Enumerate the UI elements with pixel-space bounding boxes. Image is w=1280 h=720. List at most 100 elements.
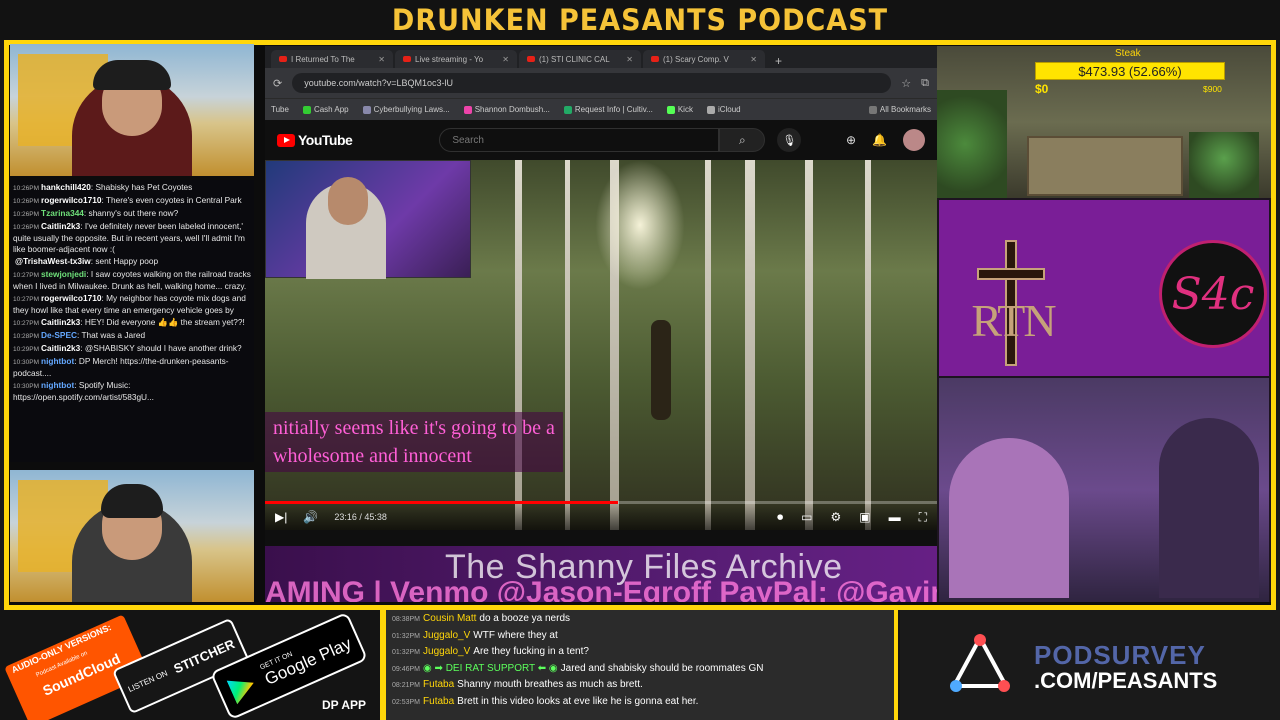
- browser-tab[interactable]: (1) STI CLINIC CAL ✕: [519, 50, 641, 68]
- chat-username[interactable]: Futaba: [423, 679, 454, 690]
- captions-icon[interactable]: ▭: [801, 510, 812, 525]
- avatar[interactable]: [903, 129, 925, 151]
- reload-icon[interactable]: ⟳: [273, 77, 282, 90]
- browser-window: I Returned To The ✕ Live streaming - Yo ✕ …: [265, 46, 937, 602]
- chat-message: 10:26PM Caitlin2k3: I've definitely never…: [13, 221, 245, 254]
- search-icon[interactable]: ⌕: [719, 128, 766, 152]
- chat-timestamp: 02:53PM: [392, 698, 421, 706]
- chat-timestamp: 08:21PM: [392, 682, 421, 689]
- new-tab-button[interactable]: +: [767, 54, 790, 68]
- fullscreen-icon[interactable]: ⛶: [919, 510, 927, 525]
- chat-timestamp: 10:26PM: [13, 198, 40, 205]
- chat-timestamp: 01:32PM: [392, 649, 421, 656]
- donation-goal-scene: Steak $473.93 (52.66%) $0 $900: [937, 46, 1271, 198]
- folder-icon: [868, 105, 877, 114]
- chat-username[interactable]: @TrishaWest-tx3iw: [15, 256, 91, 266]
- chat-timestamp: 10:26PM: [13, 224, 40, 231]
- dp-app-label: DP APP: [322, 698, 367, 712]
- microphone-icon[interactable]: 🎙: [777, 128, 802, 152]
- bookmark-item[interactable]: Kick: [666, 105, 693, 114]
- bell-icon[interactable]: 🔔: [872, 133, 887, 147]
- youtube-search-input[interactable]: Search: [439, 128, 720, 152]
- chat-message: 10:30PM nightbot: DP Merch! https://the-d…: [13, 356, 229, 378]
- bookmark-item[interactable]: iCloud: [706, 105, 741, 114]
- chat-message: 10:29PM Caitlin2k3: @SHABISKY should I ha…: [13, 343, 242, 353]
- chat-username[interactable]: Caitlin2k3: [41, 317, 80, 327]
- volume-icon[interactable]: 🔊: [303, 510, 318, 524]
- logo-panel: RTN S4c: [939, 200, 1269, 376]
- google-play-icon: [227, 671, 260, 705]
- chat-username[interactable]: Futaba: [423, 696, 454, 707]
- chat-username[interactable]: De-SPEC: [41, 330, 77, 340]
- chat-timestamp: 10:30PM: [13, 383, 40, 390]
- bookmark-item[interactable]: Cash App: [302, 105, 349, 114]
- browser-tab[interactable]: Live streaming - Yo ✕: [395, 50, 517, 68]
- chat-username[interactable]: hankchill420: [41, 182, 91, 192]
- chat-message: 08:38PM Cousin Matt do a booze ya nerds: [392, 611, 888, 628]
- miniplayer-icon[interactable]: ▣: [859, 510, 870, 525]
- chat-message: 10:27PM rogerwilco1710: My neighbor has c…: [13, 293, 246, 315]
- chat-text: shanny's out there now?: [88, 208, 179, 218]
- chat-username[interactable]: Caitlin2k3: [41, 221, 80, 231]
- bottom-chat-panel: 08:38PM Cousin Matt do a booze ya nerds 01:…: [380, 610, 898, 720]
- chat-message: 10:26PM rogerwilco1710: There's even coyo…: [13, 195, 242, 205]
- chat-text: HEY! Did everyone 👍👍 the stream yet??!: [84, 317, 245, 327]
- extensions-icon[interactable]: ⧉: [921, 77, 929, 90]
- video-player[interactable]: nitially seems like it's going to be a w…: [265, 160, 937, 530]
- address-bar-row: ⟳ youtube.com/watch?v=LBQM1oc3-lU ☆ ⧉: [265, 68, 937, 98]
- chat-text: Jared and shabisky should be roommates G…: [560, 662, 764, 674]
- chat-text: do a booze ya nerds: [479, 613, 571, 624]
- bookmark-item[interactable]: Shannon Dombush...: [463, 105, 550, 114]
- chat-username[interactable]: Juggalo_V: [423, 630, 470, 641]
- browser-tab[interactable]: I Returned To The ✕: [271, 50, 393, 68]
- next-icon[interactable]: ▶|: [275, 510, 287, 524]
- chat-username[interactable]: stewjonjedi: [41, 269, 86, 279]
- close-tab-icon[interactable]: ✕: [502, 55, 509, 64]
- chat-username[interactable]: Juggalo_V: [423, 646, 470, 657]
- chat-username[interactable]: nightbot: [41, 356, 74, 366]
- chat-timestamp: 08:38PM: [392, 616, 421, 623]
- chat-username[interactable]: nightbot: [41, 380, 74, 390]
- bookmark-item[interactable]: All Bookmarks: [868, 105, 931, 114]
- youtube-icon: [403, 56, 411, 62]
- bookmark-item[interactable]: Cyberbullying Laws...: [362, 105, 450, 114]
- chat-username[interactable]: Cousin Matt: [423, 613, 476, 624]
- bookmark-icon: [666, 105, 675, 114]
- chat-username[interactable]: Caitlin2k3: [41, 343, 80, 353]
- youtube-header: YouTube Search ⌕ 🎙 ⊕ 🔔: [265, 120, 937, 160]
- rtn-cross-logo: RTN: [967, 240, 1059, 366]
- bookmarks-bar: Tube Cash App Cyberbullying Laws... Shan…: [265, 98, 937, 120]
- audio-versions-panel: Podcast Available on SoundCloud AUDIO-ONL…: [0, 610, 380, 720]
- chat-message: 10:26PM hankchill420: Shabisky has Pet Co…: [13, 182, 193, 192]
- scrolling-ticker-text: AMING | Venmo @Jason-Egroff PayPal: @Gav…: [265, 576, 971, 602]
- browser-tab[interactable]: (1) Scary Comp. V ✕: [643, 50, 765, 68]
- podsurvey-title: PODSURVEY: [1034, 640, 1206, 670]
- chat-timestamp: 10:27PM: [13, 272, 40, 279]
- s4c-logo: S4c: [1159, 240, 1267, 348]
- close-tab-icon[interactable]: ✕: [626, 55, 633, 64]
- chat-username[interactable]: ◉ ➡ DEI RAT SUPPORT ⬅ ◉: [423, 663, 558, 674]
- close-tab-icon[interactable]: ✕: [378, 55, 385, 64]
- chat-username[interactable]: rogerwilco1710: [41, 195, 101, 205]
- close-tab-icon[interactable]: ✕: [750, 55, 757, 64]
- chat-timestamp: 10:28PM: [13, 333, 40, 340]
- video-subtitle: nitially seems like it's going to be a w…: [265, 412, 563, 472]
- settings-gear-icon[interactable]: ⚙: [830, 510, 841, 525]
- youtube-logo[interactable]: YouTube: [277, 132, 353, 148]
- theater-mode-icon[interactable]: ▬: [889, 510, 901, 525]
- star-icon[interactable]: ☆: [901, 77, 911, 90]
- chat-timestamp: 10:27PM: [13, 320, 40, 327]
- bookmark-item[interactable]: Request Info | Cultiv...: [563, 105, 653, 114]
- chat-username[interactable]: rogerwilco1710: [41, 293, 101, 303]
- guest-webcam: [939, 378, 1269, 602]
- chat-username[interactable]: Tzarina344: [41, 208, 84, 218]
- goal-min: $0: [1035, 82, 1049, 96]
- autoplay-toggle-icon[interactable]: ⏺: [777, 510, 783, 525]
- bookmark-item[interactable]: Tube: [271, 105, 289, 114]
- bookmark-icon: [463, 105, 472, 114]
- url-field[interactable]: youtube.com/watch?v=LBQM1oc3-lU: [292, 73, 892, 93]
- chat-timestamp: 09:46PM: [392, 665, 421, 673]
- create-icon[interactable]: ⊕: [846, 133, 856, 147]
- chat-text: Shanny mouth breathes as much as brett.: [457, 679, 643, 690]
- chat-timestamp: 10:29PM: [13, 346, 40, 353]
